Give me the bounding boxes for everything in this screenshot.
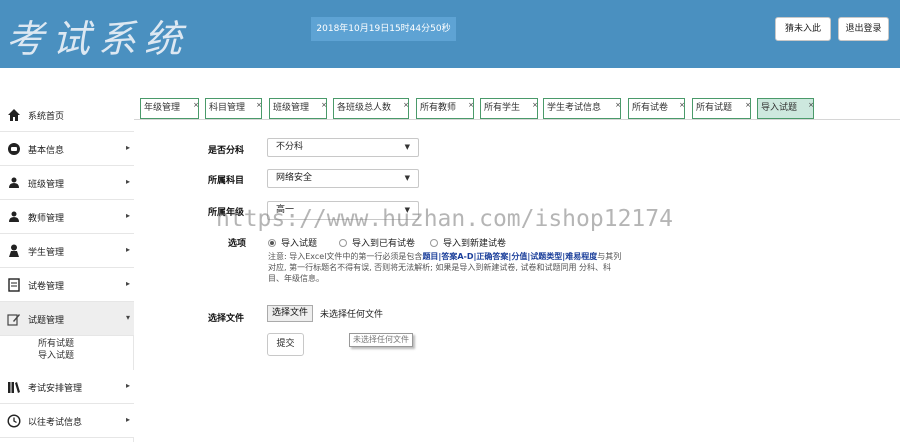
subject-select[interactable]: 网络安全 ▼ bbox=[267, 169, 419, 188]
option-import-new-paper[interactable]: 导入到新建试卷 bbox=[430, 236, 506, 249]
close-icon[interactable]: × bbox=[745, 96, 751, 115]
tab-subject-manage[interactable]: 科目管理 × bbox=[205, 98, 262, 119]
score-label: 是否分科 bbox=[208, 146, 245, 156]
choose-file-button[interactable]: 选择文件 bbox=[267, 305, 314, 322]
close-icon[interactable]: × bbox=[193, 96, 199, 115]
users-icon bbox=[9, 177, 19, 188]
submit-button[interactable]: 提交 bbox=[267, 333, 304, 356]
tab-student-exam-info[interactable]: 学生考试信息 × bbox=[543, 98, 621, 119]
tab-all-papers[interactable]: 所有试卷 × bbox=[628, 98, 685, 119]
tab-all-questions[interactable]: 所有试题 × bbox=[692, 98, 751, 119]
close-icon[interactable]: × bbox=[256, 96, 262, 115]
score-select[interactable]: 不分科 ▼ bbox=[267, 138, 419, 157]
option-import-existing-paper[interactable]: 导入到已有试卷 bbox=[339, 236, 415, 249]
options-label: 选项 bbox=[228, 239, 247, 249]
file-label: 选择文件 bbox=[208, 314, 245, 324]
close-icon[interactable]: × bbox=[615, 96, 621, 115]
sidebar-item-basic-info[interactable]: 基本信息 ▸ bbox=[0, 132, 134, 166]
tab-all-students[interactable]: 所有学生 × bbox=[480, 98, 538, 119]
close-icon[interactable]: × bbox=[808, 96, 814, 115]
chevron-down-icon: ▼ bbox=[404, 174, 410, 182]
file-tooltip: 未选择任何文件 bbox=[349, 333, 413, 347]
tab-grade-manage[interactable]: 年级管理 × bbox=[140, 98, 199, 119]
sidebar-item-question-manage[interactable]: 试题管理 ▾ bbox=[0, 302, 134, 336]
close-icon[interactable]: × bbox=[403, 96, 409, 115]
watermark: https://www.huzhan.com/ishop12174 bbox=[216, 206, 673, 232]
sidebar-item-paper-manage[interactable]: 试卷管理 ▸ bbox=[0, 268, 134, 302]
document-icon bbox=[8, 278, 20, 292]
tab-all-teachers[interactable]: 所有教师 × bbox=[416, 98, 474, 119]
radio-selected-icon bbox=[268, 239, 276, 247]
subject-label: 所属科目 bbox=[208, 176, 245, 186]
option-import-questions[interactable]: 导入试题 bbox=[268, 236, 317, 249]
datetime-display: 2018年10月19日15时44分50秒 bbox=[311, 17, 456, 41]
chevron-down-icon: ▼ bbox=[404, 143, 410, 151]
logout-button[interactable]: 退出登录 bbox=[838, 17, 889, 41]
radio-icon bbox=[430, 239, 438, 247]
books-icon bbox=[8, 382, 20, 393]
chevron-right-icon: ▸ bbox=[125, 279, 130, 288]
sidebar-item-student-manage[interactable]: 学生管理 ▸ bbox=[0, 234, 134, 268]
chevron-right-icon: ▸ bbox=[125, 177, 130, 186]
note-columns: 题目|答案A-D|正确答案|分值|试题类型|难易程度 bbox=[422, 252, 598, 261]
chevron-right-icon: ▸ bbox=[125, 245, 130, 254]
app-logo: 考试系统 bbox=[6, 17, 191, 61]
sidebar-item-exam-schedule[interactable]: 考试安排管理 ▸ bbox=[0, 370, 134, 404]
sidebar-item-past-exams[interactable]: 以往考试信息 ▸ bbox=[0, 404, 134, 438]
close-icon[interactable]: × bbox=[468, 96, 474, 115]
sidebar-item-teacher-manage[interactable]: 教师管理 ▸ bbox=[0, 200, 134, 234]
info-icon bbox=[8, 143, 20, 155]
chevron-down-icon: ▾ bbox=[125, 313, 130, 322]
user-icon bbox=[9, 244, 19, 257]
chevron-right-icon: ▸ bbox=[125, 143, 130, 152]
top-header: 考试系统 2018年10月19日15时44分50秒 猜未入此 退出登录 bbox=[0, 0, 900, 68]
chevron-right-icon: ▸ bbox=[125, 381, 130, 390]
sidebar: 系统首页 基本信息 ▸ 班级管理 ▸ 教师管理 ▸ 学生管理 ▸ 试卷管理 ▸ … bbox=[0, 98, 134, 442]
chevron-right-icon: ▸ bbox=[125, 211, 130, 220]
tab-import-questions[interactable]: 导入试题 × bbox=[757, 98, 814, 119]
sidebar-item-class-manage[interactable]: 班级管理 ▸ bbox=[0, 166, 134, 200]
users-icon bbox=[9, 211, 19, 222]
tab-class-manage[interactable]: 班级管理 × bbox=[269, 98, 327, 119]
guess-button[interactable]: 猜未入此 bbox=[775, 17, 831, 41]
close-icon[interactable]: × bbox=[321, 96, 327, 115]
close-icon[interactable]: × bbox=[532, 96, 538, 115]
home-icon bbox=[8, 109, 20, 121]
close-icon[interactable]: × bbox=[679, 96, 685, 115]
tab-class-count[interactable]: 各班级总人数 × bbox=[333, 98, 409, 119]
radio-icon bbox=[339, 239, 347, 247]
clock-icon bbox=[7, 414, 21, 428]
sidebar-item-home[interactable]: 系统首页 bbox=[0, 98, 134, 132]
edit-icon bbox=[7, 314, 20, 326]
file-status: 未选择任何文件 bbox=[320, 310, 384, 320]
tab-bar: 年级管理 × 科目管理 × 班级管理 × 各班级总人数 × 所有教师 × 所有学生 × 学生… bbox=[0, 98, 900, 120]
chevron-right-icon: ▸ bbox=[125, 415, 130, 424]
sidebar-sub-item-import-questions[interactable]: 导入试题 bbox=[38, 348, 74, 361]
import-note: 注意: 导入Excel文件中的第一行必须是包含题目|答案A-D|正确答案|分值|… bbox=[268, 252, 622, 283]
